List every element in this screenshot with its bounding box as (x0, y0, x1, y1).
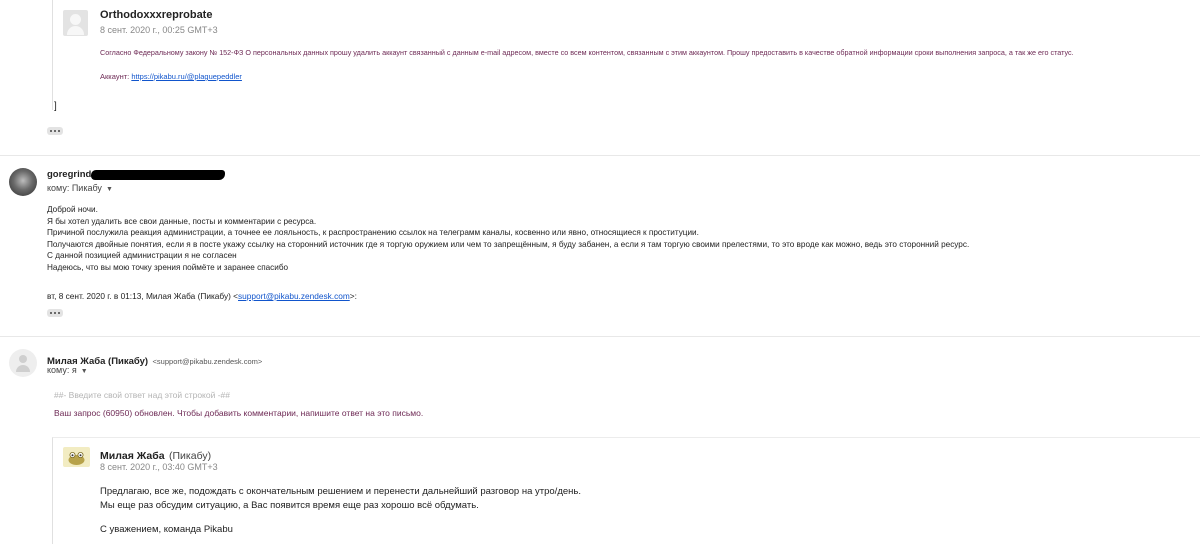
message2-line: Доброй ночи. (47, 205, 98, 214)
message2-to-label: кому: Пикабу (47, 183, 102, 193)
thread1-bracket: ] (54, 101, 57, 112)
message2-sender: goregrind (47, 169, 92, 180)
message2-line: Надеюсь, что вы мою точку зрения поймёте… (47, 262, 289, 272)
status-text: Ваш запрос (60950) обновлен. Чтобы добав… (54, 408, 424, 418)
reply-marker: ##- Введите свой ответ над этой строкой … (54, 390, 230, 400)
message2-to[interactable]: кому: Пикабу ▼ (47, 183, 113, 193)
inner-line: Предлагаю, все же, подождать с окончател… (100, 486, 581, 497)
chevron-down-icon[interactable]: ▼ (81, 368, 88, 375)
quote-email-link[interactable]: support@pikabu.zendesk.com (238, 291, 350, 301)
inner-signature: С уважением, команда Pikabu (100, 524, 233, 535)
message2-line: Я бы хотел удалить все свои данные, пост… (47, 216, 317, 226)
chevron-down-icon[interactable]: ▼ (106, 186, 113, 193)
message2-line: С данной позицией администрации я не сог… (47, 251, 237, 261)
message2-quote-header: вт, 8 сент. 2020 г. в 01:13, Милая Жаба … (47, 291, 357, 301)
quote-prefix: вт, 8 сент. 2020 г. в 01:13, Милая Жаба … (47, 291, 239, 301)
sender-avatar (9, 168, 37, 196)
ellipsis-icon[interactable] (47, 309, 63, 317)
message2-body: Доброй ночи. Я бы хотел удалить все свои… (47, 204, 969, 274)
frog-icon (68, 452, 85, 465)
inner-org: (Пикабу) (169, 450, 212, 462)
thread1-body: Согласно Федеральному закону № 152-ФЗ О … (100, 48, 1074, 57)
divider (0, 155, 1200, 156)
message3-to-label: кому: я (47, 365, 77, 375)
quote-suffix: >: (349, 291, 357, 301)
thread1-date: 8 сент. 2020 г., 00:25 GMT+3 (100, 25, 218, 35)
ellipsis-icon[interactable] (47, 127, 63, 135)
avatar-placeholder-icon (9, 349, 37, 377)
inner-line: Мы еще раз обсудим ситуацию, а Вас появи… (100, 500, 479, 511)
inner-name: Милая Жаба (100, 450, 165, 462)
pikabu-avatar (63, 447, 90, 467)
avatar-placeholder-icon (63, 10, 88, 36)
message3-email: <support@pikabu.zendesk.com> (152, 357, 263, 366)
divider (0, 336, 1200, 337)
thread1-account-link[interactable]: https://pikabu.ru/@plaguepeddler (131, 72, 242, 81)
thread1-account-label: Аккаунт: (100, 72, 130, 81)
thread1-account: Аккаунт: https://pikabu.ru/@plaguepeddle… (100, 72, 242, 81)
redacted-email-mark (91, 170, 225, 180)
message2-line: Получаются двойные понятия, если я в пос… (47, 239, 970, 249)
inner-date: 8 сент. 2020 г., 03:40 GMT+3 (100, 462, 218, 472)
message2-line: Причиной послужила реакция администрации… (47, 228, 699, 238)
thread1-sender: Orthodoxxxreprobate (100, 9, 213, 21)
message3-to[interactable]: кому: я ▼ (47, 365, 88, 375)
